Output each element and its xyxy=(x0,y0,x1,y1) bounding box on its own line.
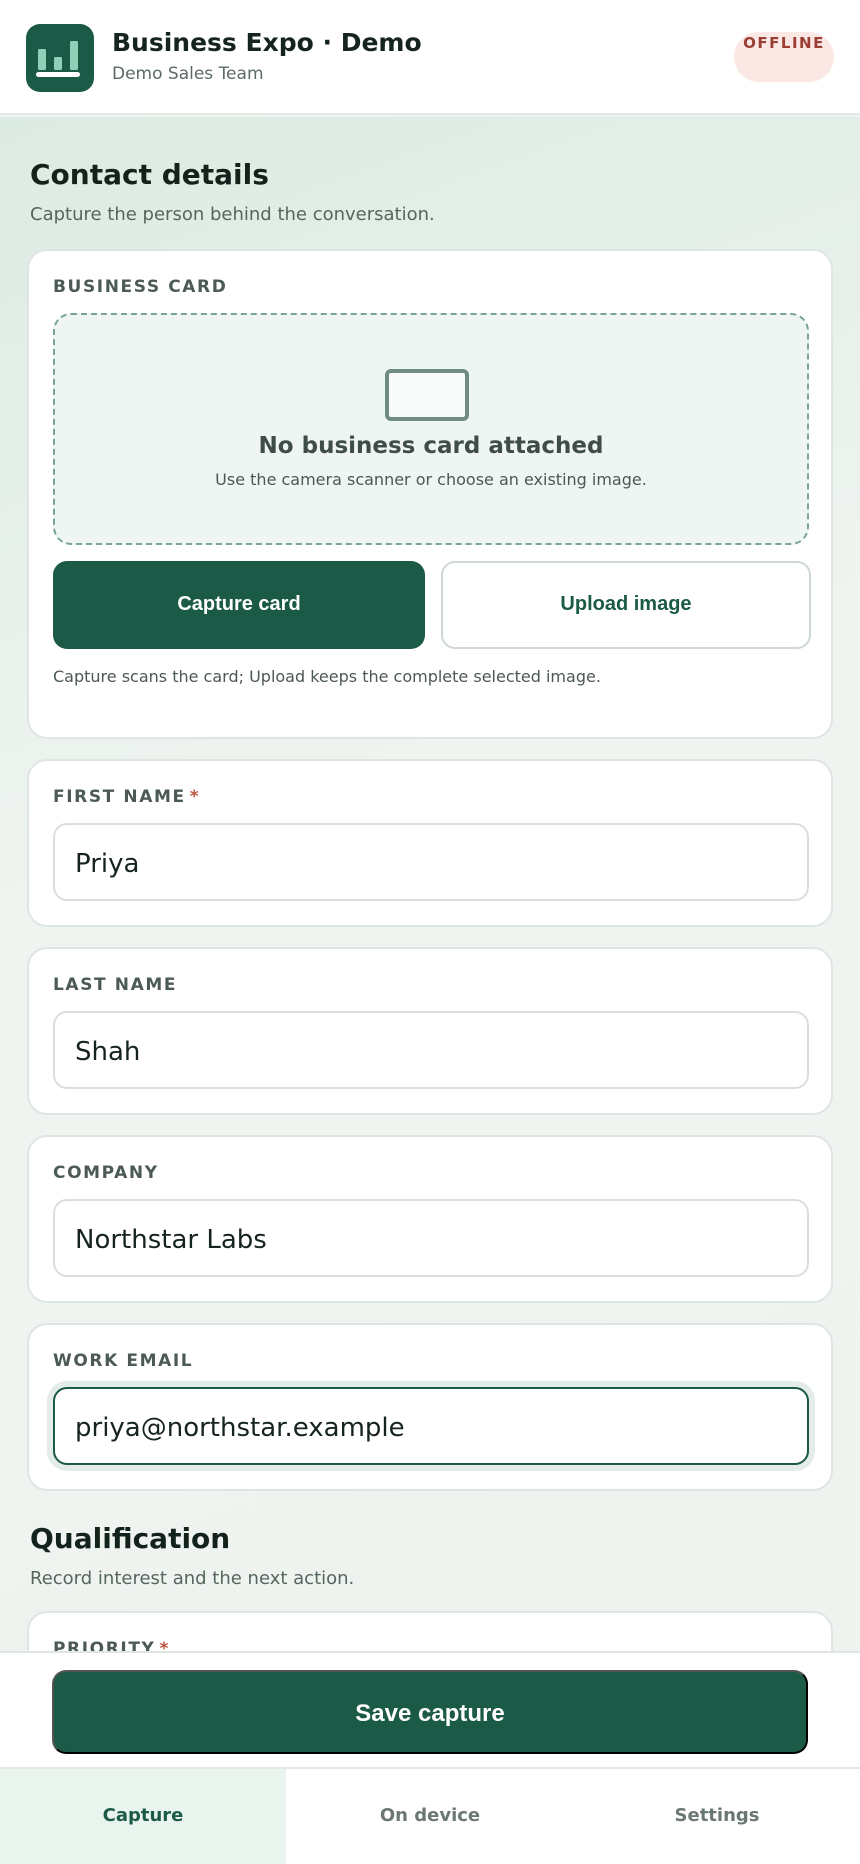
business-card-label: BUSINESS CARD xyxy=(53,277,228,297)
first-name-value: Priya xyxy=(75,849,140,879)
first-name-label: FIRST NAME * xyxy=(53,787,201,807)
save-capture-button[interactable]: Save capture xyxy=(52,1670,808,1754)
contact-section-title: Contact details xyxy=(30,158,269,191)
app-title: Business Expo · Demo xyxy=(112,28,422,57)
tab-capture-label: Capture xyxy=(102,1805,184,1826)
required-marker: * xyxy=(189,787,201,807)
last-name-field[interactable]: Shah xyxy=(53,1011,809,1089)
qualification-section-title: Qualification xyxy=(30,1522,231,1555)
last-name-label: LAST NAME xyxy=(53,975,178,995)
save-action-bar: Save capture xyxy=(0,1651,860,1767)
capture-form[interactable]: Contact details Capture the person behin… xyxy=(0,117,860,1651)
upload-image-button[interactable]: Upload image xyxy=(441,561,811,649)
company-card: COMPANY Northstar Labs xyxy=(27,1135,833,1303)
first-name-card: FIRST NAME * Priya xyxy=(27,759,833,927)
tab-on-device-label: On device xyxy=(379,1805,481,1826)
qualification-section-subtitle: Record interest and the next action. xyxy=(30,1568,355,1589)
last-name-value: Shah xyxy=(75,1037,141,1067)
app-header: Business Expo · Demo Demo Sales Team OFF… xyxy=(0,0,860,115)
team-name: Demo Sales Team xyxy=(112,64,264,84)
company-value: Northstar Labs xyxy=(75,1225,267,1255)
work-email-label: WORK EMAIL xyxy=(53,1351,194,1371)
bar-chart-icon xyxy=(26,24,94,92)
business-card-section: BUSINESS CARD No business card attached … xyxy=(27,249,833,739)
tab-on-device[interactable]: On device xyxy=(287,1769,573,1864)
business-card-dropzone[interactable]: No business card attached Use the camera… xyxy=(53,313,809,545)
work-email-field[interactable]: priya@northstar.example xyxy=(53,1387,809,1465)
contact-section-subtitle: Capture the person behind the conversati… xyxy=(30,204,435,225)
tab-settings[interactable]: Settings xyxy=(574,1769,860,1864)
save-capture-label: Save capture xyxy=(355,1700,505,1727)
tab-settings-label: Settings xyxy=(674,1805,760,1826)
tab-capture[interactable]: Capture xyxy=(0,1769,286,1864)
capture-card-label: Capture card xyxy=(177,593,301,615)
work-email-card: WORK EMAIL priya@northstar.example xyxy=(27,1323,833,1491)
offline-status-badge: OFFLINE xyxy=(734,32,834,82)
capture-card-button[interactable]: Capture card xyxy=(53,561,425,649)
work-email-value: priya@northstar.example xyxy=(75,1413,405,1443)
first-name-field[interactable]: Priya xyxy=(53,823,809,901)
bottom-tab-bar: Capture On device Settings xyxy=(0,1767,860,1864)
upload-image-label: Upload image xyxy=(560,593,692,615)
company-label: COMPANY xyxy=(53,1163,159,1183)
dropzone-hint: Use the camera scanner or choose an exis… xyxy=(215,470,647,489)
last-name-card: LAST NAME Shah xyxy=(27,947,833,1115)
required-marker: * xyxy=(159,1639,170,1651)
card-icon xyxy=(385,369,469,421)
business-card-help: Capture scans the card; Upload keeps the… xyxy=(53,667,601,686)
priority-card: PRIORITY * xyxy=(27,1611,833,1651)
status-badge-label: OFFLINE xyxy=(743,34,825,52)
priority-label: PRIORITY * xyxy=(53,1639,170,1651)
dropzone-title: No business card attached xyxy=(258,433,604,459)
company-field[interactable]: Northstar Labs xyxy=(53,1199,809,1277)
